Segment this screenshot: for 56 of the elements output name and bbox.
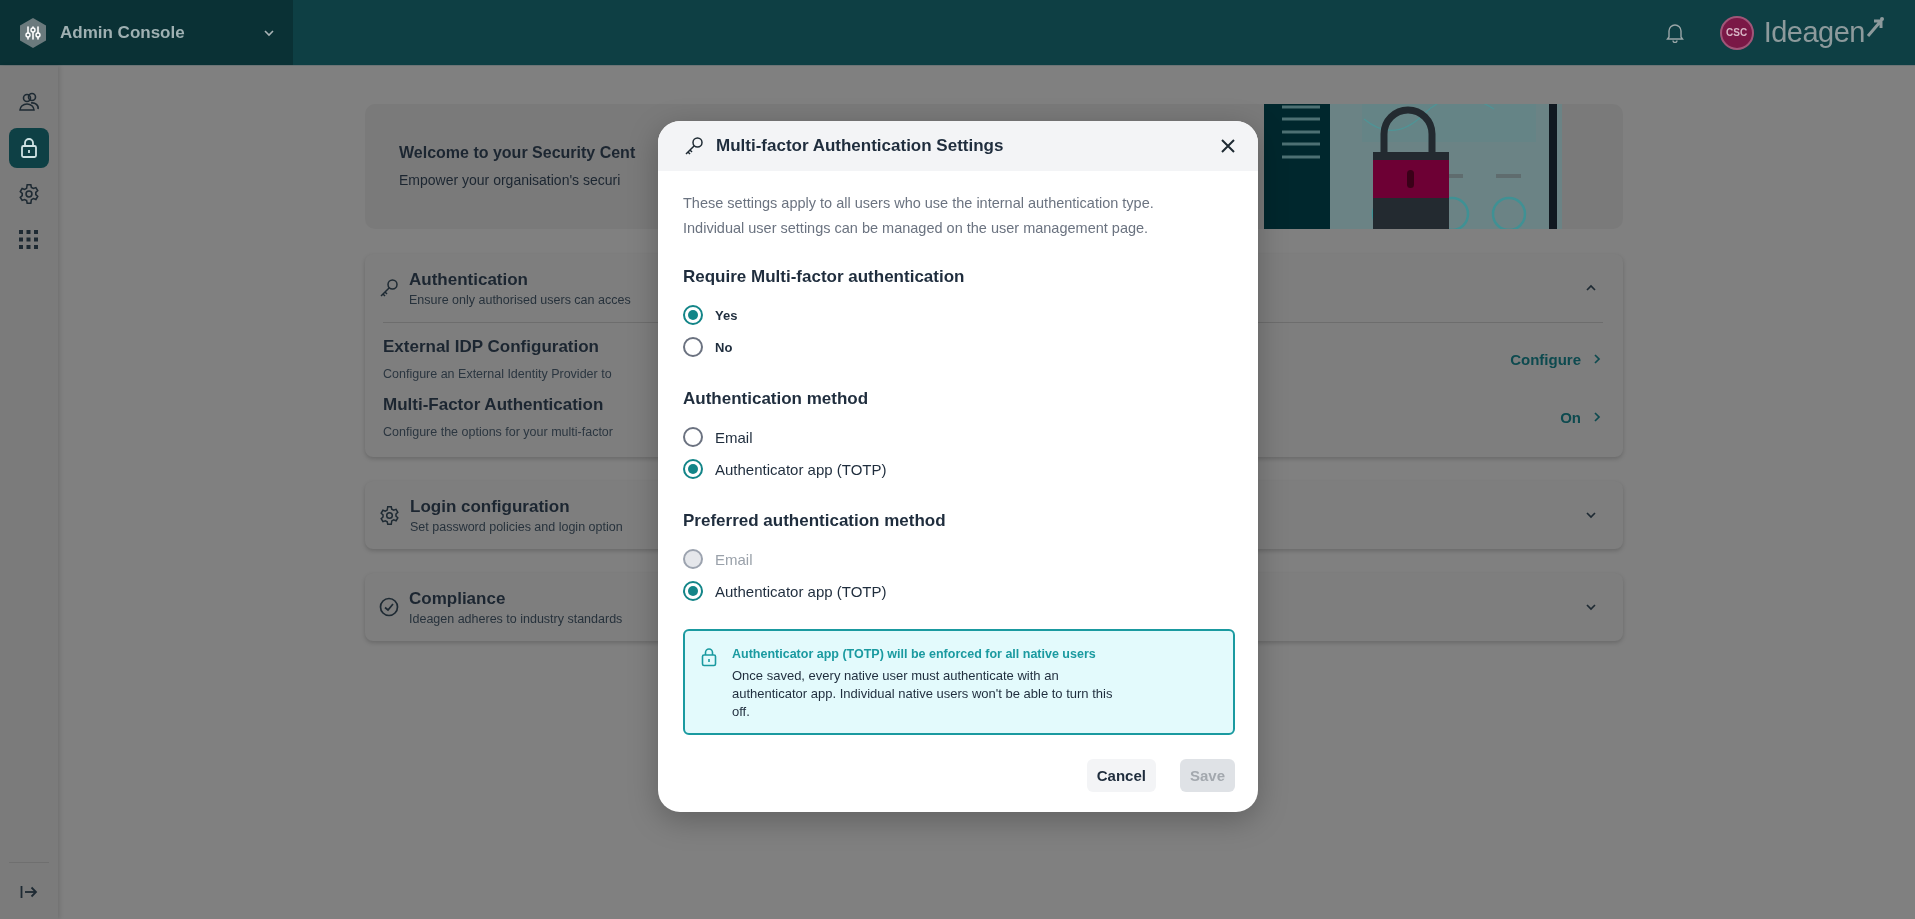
notice-title: Authenticator app (TOTP) will be enforced for all native users	[732, 647, 1097, 661]
radio-button[interactable]	[683, 459, 703, 479]
radio-button[interactable]	[683, 581, 703, 601]
radio-label: Email	[715, 550, 753, 568]
dialog-description: These settings apply to all users who use the internal authentication type. Individual user settings can be managed on the user management page.	[683, 194, 1155, 238]
sidebar-item[interactable]	[9, 128, 49, 168]
close-icon[interactable]	[1220, 138, 1236, 154]
section-title: Login configuration	[410, 496, 570, 517]
section-description: Ideagen adheres to industry standards	[409, 611, 623, 626]
radio-label: Authenticator app (TOTP)	[715, 582, 887, 600]
welcome-title: Welcome to your Security Cent	[399, 144, 636, 162]
cancel-button[interactable]: Cancel	[1086, 759, 1156, 792]
arrow-mark-icon	[1865, 16, 1885, 38]
settings-icon	[18, 183, 40, 205]
chevron-down-icon	[263, 28, 275, 37]
key-icon	[684, 136, 704, 156]
app-name: Admin Console	[60, 22, 186, 43]
chevron-right-icon	[1593, 411, 1601, 423]
check-circle-icon	[379, 597, 399, 617]
notification-bell-icon[interactable]	[1665, 22, 1684, 43]
chevron-down-icon[interactable]	[1585, 603, 1597, 611]
lock-icon	[20, 137, 38, 159]
brand-logo-text: Ideagen	[1763, 16, 1865, 49]
lock-icon	[701, 647, 717, 667]
settings-icon	[379, 504, 400, 526]
users-icon	[18, 92, 40, 112]
key-icon	[379, 278, 399, 298]
radio-button[interactable]	[683, 305, 703, 325]
chevron-up-icon[interactable]	[1585, 284, 1597, 292]
radio-label: Yes	[715, 307, 738, 323]
radio-label: Email	[715, 428, 753, 446]
group-heading: Preferred authentication method	[683, 511, 947, 531]
setting-title: Multi-Factor Authentication	[383, 395, 605, 415]
radio-button[interactable]	[683, 427, 703, 447]
section-title: Compliance	[409, 588, 506, 609]
radio-button[interactable]	[683, 337, 703, 357]
radio-label: No	[715, 339, 733, 355]
section-description: Set password policies and login option	[410, 519, 623, 534]
app-switcher[interactable]: Admin Console	[0, 0, 293, 65]
setting-title: External IDP Configuration	[383, 337, 600, 357]
apps-grid-icon	[19, 230, 39, 250]
section-description: Ensure only authorised users can acces	[409, 292, 631, 307]
user-avatar[interactable]: CSC	[1719, 15, 1754, 50]
sliders-logo-icon	[18, 16, 48, 49]
group-heading: Require Multi-factor authentication	[683, 267, 966, 287]
expand-sidebar-icon[interactable]	[20, 885, 38, 899]
section-title: Authentication	[409, 269, 528, 290]
chevron-down-icon[interactable]	[1585, 511, 1597, 519]
chevron-right-icon	[1593, 353, 1601, 365]
dialog-title: Multi-factor Authentication Settings	[716, 136, 1005, 156]
group-heading: Authentication method	[683, 389, 870, 409]
setting-description: Configure an External Identity Provider to	[383, 367, 612, 381]
notice-text: Once saved, every native user must authenticate with an authenticator app. Individual native users won't be able to turn this off.	[732, 667, 1114, 721]
setting-description: Configure the options for your multi-factor	[383, 425, 613, 439]
welcome-subtitle: Empower your organisation's securi	[399, 172, 622, 188]
radio-label: Authenticator app (TOTP)	[715, 460, 887, 478]
